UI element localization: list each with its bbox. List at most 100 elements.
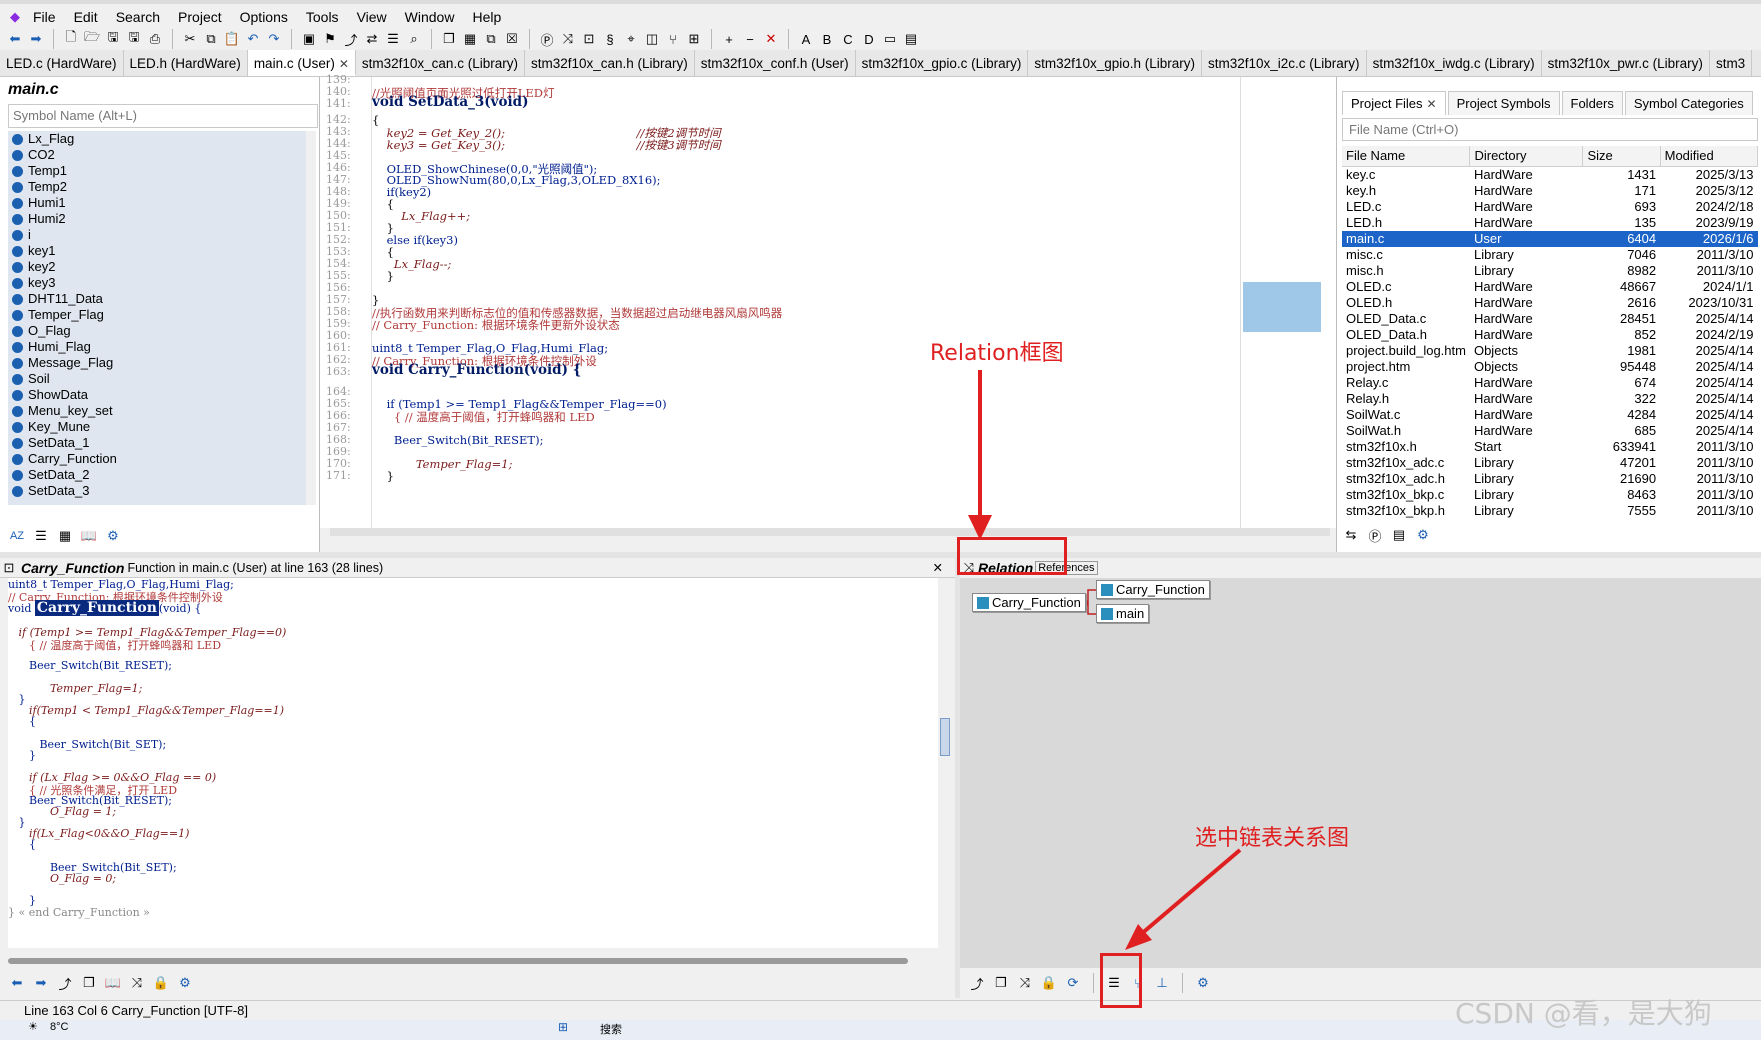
symbol-list-item[interactable]: O_Flag (8, 323, 308, 339)
graph-icon[interactable]: ⊞ (685, 30, 703, 48)
settings-icon[interactable]: ⚙ (1414, 526, 1432, 544)
relation-node-caller[interactable]: Carry_Function (1096, 580, 1210, 599)
paste-icon[interactable]: 📋 (223, 30, 241, 48)
sort-az-icon[interactable]: AZ (8, 527, 26, 545)
column-modified[interactable]: Modified (1660, 146, 1759, 167)
book-icon[interactable]: 📖 (104, 974, 122, 992)
symbol-list-item[interactable]: key1 (8, 243, 308, 259)
browse-icon[interactable]: ⌖ (622, 30, 640, 48)
table-row[interactable]: SoilWat.c HardWare 4284 2025/4/14 (1342, 407, 1758, 423)
table-row[interactable]: Relay.c HardWare 674 2025/4/14 (1342, 375, 1758, 391)
table-row[interactable]: stm32f10x_bkp.c Library 8463 2011/3/10 (1342, 487, 1758, 503)
list-icon[interactable]: ☰ (384, 30, 402, 48)
code-editor[interactable]: 139: 140://光照阈值页面光照过低打开LED灯 141: void SetDa… (320, 73, 1336, 528)
table-row[interactable]: stm32f10x_adc.h Library 21690 2011/3/10 (1342, 471, 1758, 487)
project-panel-tab[interactable]: Project Symbols (1447, 91, 1560, 115)
symbol-list-item[interactable]: Message_Flag (8, 355, 308, 371)
lookup-icon[interactable]: ⌕ (405, 30, 423, 48)
settings-icon[interactable]: ⚙ (104, 527, 122, 545)
add-icon[interactable]: + (720, 30, 738, 48)
settings-icon[interactable]: ⚙ (176, 974, 194, 992)
sync-files-icon[interactable]: ⇆ (1342, 526, 1360, 544)
file-tab[interactable]: LED.h (HardWare) (124, 50, 248, 76)
code-line[interactable]: void SetData_3(void) (372, 94, 528, 110)
file-tab[interactable]: stm32f10x_i2c.c (Library) (1202, 50, 1367, 76)
symbol-list-item[interactable]: Lx_Flag (8, 131, 308, 147)
font-d-icon[interactable]: D (860, 30, 878, 48)
close-icon[interactable]: ✕ (339, 57, 349, 71)
editor-hscroll[interactable] (330, 528, 1330, 536)
font-a-icon[interactable]: A (797, 30, 815, 48)
code-line[interactable]: Beer_Switch(Bit_RESET); (372, 433, 544, 447)
window-icon[interactable]: ❐ (992, 974, 1010, 992)
view-icon[interactable]: ▭ (881, 30, 899, 48)
symbol-list-item[interactable]: key3 (8, 275, 308, 291)
close-icon[interactable]: ✕ (933, 560, 943, 575)
highlighted-symbol[interactable]: Carry_Function (34, 600, 159, 617)
column-size[interactable]: Size (1582, 146, 1661, 167)
symbol-list-item[interactable]: Temper_Flag (8, 307, 308, 323)
table-row[interactable]: stm32f10x_adc.c Library 47201 2011/3/10 (1342, 455, 1758, 471)
project-panel-tab[interactable]: Project Files ✕ (1342, 91, 1446, 115)
project-panel-tab[interactable]: Symbol Categories (1624, 91, 1753, 115)
lock-icon[interactable]: 🔒 (152, 974, 170, 992)
file-tab[interactable]: LED.c (HardWare) (0, 50, 124, 76)
code-line[interactable]: // Carry_Function: 根据环境条件更新外设状态 (372, 317, 620, 333)
table-row[interactable]: project.build_log.htm Objects 1981 2025/4/1… (1342, 343, 1758, 359)
weather-icon[interactable]: ☀ (28, 1020, 38, 1033)
code-line[interactable]: void Carry_Function(void) { (372, 362, 581, 378)
file-tab[interactable]: stm32f10x_can.c (Library) (356, 50, 525, 76)
list-view-icon[interactable]: ☰ (32, 527, 50, 545)
table-row[interactable]: main.c User 6404 2026/1/6 (1342, 230, 1758, 247)
table-row[interactable]: project.htm Objects 95448 2025/4/14 (1342, 359, 1758, 375)
forward-icon[interactable]: ➡ (32, 974, 50, 992)
symbol-list-item[interactable]: Key_Mune (8, 419, 308, 435)
symbol-list-scrollbar[interactable] (306, 131, 316, 505)
browser-icon[interactable]: ◫ (643, 30, 661, 48)
layout-icon[interactable]: ▤ (902, 30, 920, 48)
lock-icon[interactable]: 🔒 (1040, 974, 1058, 992)
context-scroll-thumb[interactable] (940, 718, 950, 756)
report-icon[interactable]: ▤ (1390, 526, 1408, 544)
relation-node-main[interactable]: main (1096, 604, 1150, 623)
save-icon[interactable]: 🖫 (104, 29, 122, 48)
references-icon[interactable]: Ⓟ (538, 30, 556, 48)
context-code-line[interactable]: void Carry_Function (void) { (8, 600, 201, 617)
jump-icon[interactable]: ⤴ (342, 30, 360, 48)
relation-graph[interactable]: Carry_Function Carry_Function main (960, 578, 1761, 968)
code-line[interactable]: } (372, 269, 394, 283)
font-c-icon[interactable]: C (839, 30, 857, 48)
undo-icon[interactable]: ↶ (244, 30, 262, 48)
jump-icon[interactable]: ⤴ (56, 974, 74, 992)
table-row[interactable]: LED.h HardWare 135 2023/9/19 (1342, 215, 1758, 231)
symbol-list-item[interactable]: Temp2 (8, 179, 308, 195)
tree-view-icon[interactable]: ⊥ (1153, 974, 1171, 992)
forward-icon[interactable]: ➡ (27, 30, 45, 48)
file-tab[interactable]: stm32f10x_can.h (Library) (525, 50, 695, 76)
font-b-icon[interactable]: B (818, 30, 836, 48)
code-line[interactable]: key3 = Get_Key_3(); //按键3调节时间 (372, 137, 721, 153)
symbol-list-item[interactable]: Humi_Flag (8, 339, 308, 355)
context-code-line[interactable]: Temper_Flag=1; (8, 682, 142, 695)
symbol-list-item[interactable]: i (8, 227, 308, 243)
redo-icon[interactable]: ↷ (265, 30, 283, 48)
table-row[interactable]: SoilWat.h HardWare 685 2025/4/14 (1342, 423, 1758, 439)
sync-icon[interactable]: ⇄ (363, 30, 381, 48)
tile-icon[interactable]: ▦ (461, 30, 479, 48)
file-tab[interactable]: stm32f10x_gpio.c (Library) (856, 50, 1029, 76)
open-file-icon[interactable]: 🗁 (83, 29, 101, 48)
symbol-list-item[interactable]: Humi2 (8, 211, 308, 227)
table-row[interactable]: OLED_Data.c HardWare 28451 2025/4/14 (1342, 311, 1758, 327)
table-row[interactable]: Relay.h HardWare 322 2025/4/14 (1342, 391, 1758, 407)
weather-label[interactable]: 8°C (50, 1021, 68, 1033)
category-icon[interactable]: ▦ (56, 527, 74, 545)
table-row[interactable]: stm32f10x.h Start 633941 2011/3/10 (1342, 439, 1758, 455)
column-file-name[interactable]: File Name (1342, 146, 1471, 167)
context-code-line[interactable]: { (8, 838, 36, 851)
file-tab[interactable]: stm32f10x_iwdg.c (Library) (1367, 50, 1542, 76)
column-directory[interactable]: Directory (1469, 146, 1584, 167)
symbol-list-item[interactable]: SetData_1 (8, 435, 308, 451)
relation-icon[interactable]: ⤨ (559, 30, 577, 48)
table-row[interactable]: key.h HardWare 171 2025/3/12 (1342, 183, 1758, 199)
project-icon[interactable]: ▣ (300, 30, 318, 48)
